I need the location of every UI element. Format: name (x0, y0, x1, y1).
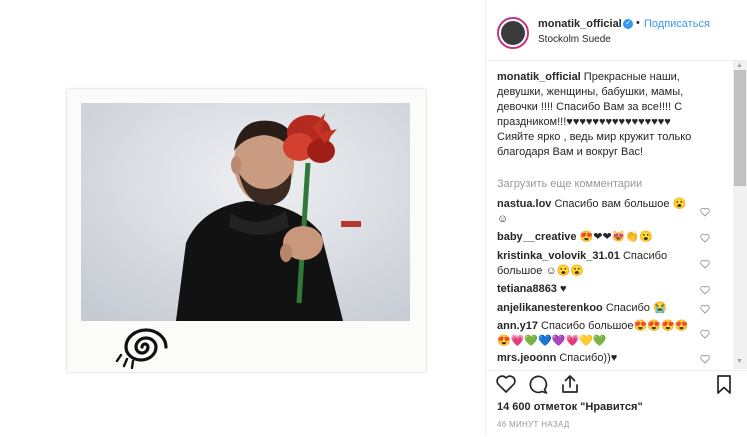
comment-item: kristinka_volovik_31.01 Спасибо большое … (497, 249, 697, 279)
comment-username[interactable]: baby__creative (497, 231, 577, 243)
comment-like-heart-icon[interactable] (700, 233, 710, 243)
comments-scrollbar[interactable]: ▲ ▼ (733, 61, 747, 369)
post-media[interactable] (0, 0, 485, 436)
comment-item: mrs.jeoonn Спасибо))♥ (497, 351, 697, 366)
post-photo (81, 103, 410, 321)
comment-like-heart-icon[interactable] (700, 304, 710, 314)
comments-list[interactable]: monatik_official Прекрасные наши, девушк… (486, 61, 732, 369)
comment-item: nastua.lov Спасибо вам большое 😮 ☺ (497, 197, 697, 227)
comment-username[interactable]: nastua.lov (497, 198, 551, 210)
comment-like-heart-icon[interactable] (700, 354, 710, 364)
post-timestamp: 46 МИНУТ НАЗАД (497, 420, 570, 429)
likes-count[interactable]: 14 600 отметок "Нравится" (497, 401, 643, 413)
comment-username[interactable]: kristinka_volovik_31.01 (497, 250, 620, 262)
post-side-panel: monatik_official ✓ • Подписаться Stockol… (485, 0, 747, 436)
follow-button[interactable]: Подписаться (644, 18, 710, 30)
comment-username[interactable]: tetiana8863 (497, 283, 557, 295)
comment-item: tetiana8863 ♥ (497, 282, 697, 297)
polaroid-frame (67, 89, 426, 372)
scrollbar-thumb[interactable] (734, 70, 746, 186)
comment-username[interactable]: mrs.jeoonn (497, 352, 556, 364)
post-header: monatik_official ✓ • Подписаться Stockol… (486, 0, 747, 61)
share-icon[interactable] (559, 373, 581, 395)
caption: monatik_official Прекрасные наши, девушк… (497, 70, 707, 160)
photo-illustration (81, 103, 410, 321)
comment-like-heart-icon[interactable] (700, 285, 710, 295)
verified-badge-icon: ✓ (623, 19, 633, 29)
avatar-image (501, 21, 525, 45)
comment-like-heart-icon[interactable] (700, 207, 710, 217)
load-more-comments-button[interactable]: Загрузить еще комментарии (497, 178, 642, 190)
scroll-down-arrow-icon[interactable]: ▼ (736, 358, 743, 365)
comment-like-heart-icon[interactable] (700, 329, 710, 339)
comment-item: baby__creative 😍❤❤😻👏😮 (497, 230, 697, 245)
comment-username[interactable]: ann.y17 (497, 320, 538, 332)
scroll-up-arrow-icon[interactable]: ▲ (736, 62, 743, 69)
post-actions: 14 600 отметок "Нравится" 46 МИНУТ НАЗАД (486, 370, 747, 437)
bookmark-icon[interactable] (713, 373, 735, 395)
location-link[interactable]: Stockolm Suede (538, 34, 611, 45)
comment-text: Спасибо 😭 (602, 302, 667, 314)
comment-username[interactable]: anjelikanesterenkoo (497, 302, 603, 314)
avatar[interactable] (497, 17, 529, 49)
separator-dot: • (636, 17, 640, 29)
caption-text: Прекрасные наши, девушки, женщины, бабуш… (497, 71, 692, 158)
comment-item: ann.y17 Спасибо большое😍😍😍😍 😍💗💚💙💜💗💛💚 (497, 319, 697, 349)
post-username[interactable]: monatik_official (538, 18, 622, 30)
caption-username[interactable]: monatik_official (497, 71, 581, 83)
spiral-doodle (115, 328, 168, 369)
comment-icon[interactable] (527, 373, 549, 395)
comment-text: ♥ (556, 283, 567, 295)
comment-text: Спасибо))♥ (556, 352, 618, 364)
heart-icon[interactable] (495, 373, 517, 395)
comment-text: 😍❤❤😻👏😮 (576, 231, 653, 243)
comment-like-heart-icon[interactable] (700, 259, 710, 269)
comment-item: anjelikanesterenkoo Спасибо 😭 (497, 301, 697, 316)
